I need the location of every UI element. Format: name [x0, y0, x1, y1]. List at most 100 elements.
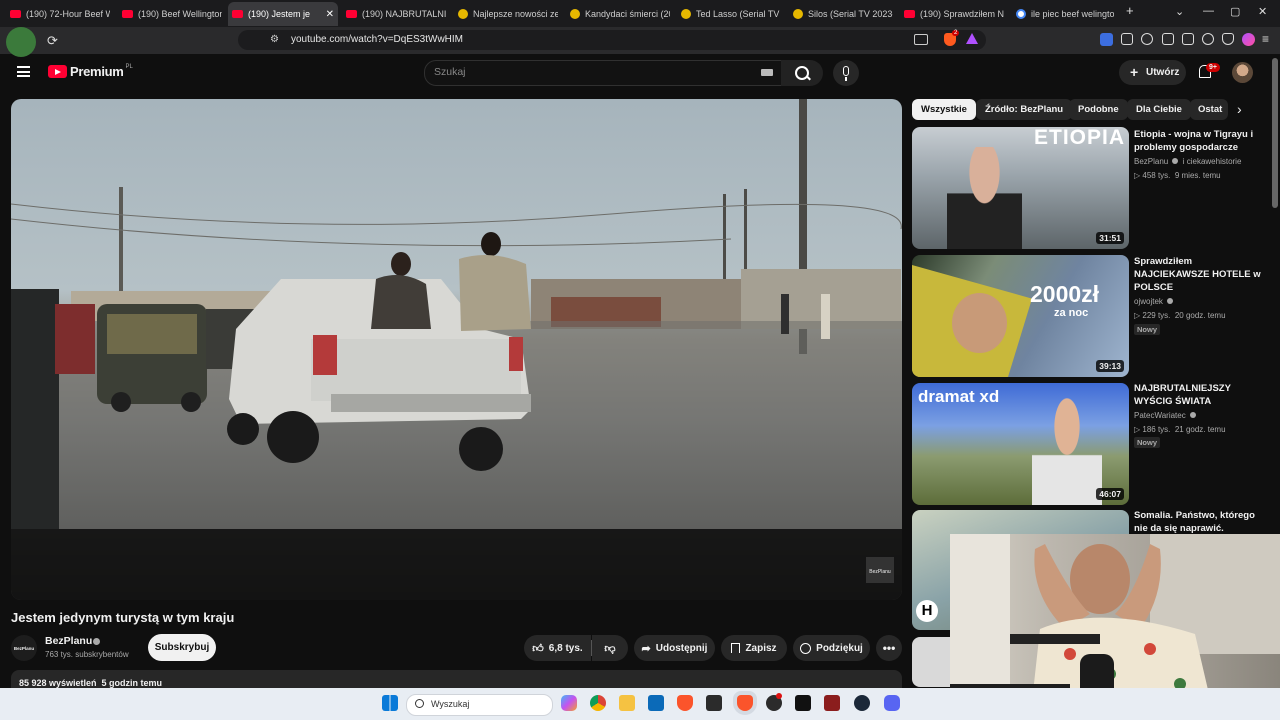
close-tab-icon[interactable]: ✕: [326, 9, 334, 20]
browser-tab[interactable]: (190) Beef Wellington: [122, 4, 222, 24]
related-channel[interactable]: BezPlanu i ciekawehistorie: [1134, 157, 1241, 166]
search-input[interactable]: Szukaj: [424, 60, 782, 86]
puzzle-icon[interactable]: [1121, 33, 1133, 45]
chrome-icon[interactable]: [590, 695, 606, 711]
more-actions-button[interactable]: •••: [876, 635, 902, 661]
browser-tab-active[interactable]: (190) Jestem je ✕: [228, 2, 338, 26]
tab-search-icon[interactable]: ⌄: [1175, 5, 1184, 18]
related-title[interactable]: Etiopia - wojna w Tigrayu i problemy gos…: [1134, 128, 1264, 154]
ai-icon[interactable]: [1202, 33, 1214, 45]
related-meta-text: 229 tys. 20 godz. temu: [1142, 311, 1226, 320]
related-meta: ▷ 458 tys. 9 mies. temu: [1134, 171, 1221, 180]
video-watermark: BezPlanu: [869, 569, 891, 575]
taskbar-search[interactable]: Wyszukaj: [406, 694, 553, 716]
app-icon[interactable]: [706, 695, 722, 711]
browser-tab[interactable]: Kandydaci śmierci (20: [570, 4, 670, 24]
vpn-icon[interactable]: [1222, 33, 1234, 45]
store-icon[interactable]: [648, 695, 664, 711]
video-duration: 31:51: [1096, 232, 1124, 244]
subscribe-button[interactable]: Subskrybuj: [148, 634, 216, 661]
ableton-icon[interactable]: [795, 695, 811, 711]
maximize-icon[interactable]: ▢: [1230, 5, 1240, 18]
wallet-icon[interactable]: [1182, 33, 1194, 45]
related-title[interactable]: NAJBRUTALNIEJSZY WYŚCIG ŚWIATA: [1134, 382, 1264, 408]
brave-rewards-icon[interactable]: [966, 33, 978, 44]
browser-tab[interactable]: (190) Sprawdziłem NA: [904, 4, 1004, 24]
browser-tab[interactable]: ile piec beef welingto: [1016, 4, 1114, 24]
chip-source[interactable]: Źródło: BezPlanu: [976, 99, 1073, 120]
steam-icon[interactable]: [854, 695, 870, 711]
video-player[interactable]: BezPlanu: [11, 99, 902, 600]
site-settings-icon[interactable]: ⚙: [270, 34, 279, 45]
related-thumbnail[interactable]: ETIOPIA 31:51: [912, 127, 1129, 249]
biohazard-icon: [681, 9, 691, 19]
related-title[interactable]: Somalia. Państwo, którego nie da się nap…: [1134, 509, 1264, 535]
thumbnail-subtext: za noc: [1054, 307, 1089, 319]
menu-icon[interactable]: ≡: [1262, 32, 1269, 46]
cast-icon[interactable]: [914, 34, 928, 45]
related-channel[interactable]: PatecWariatec: [1134, 411, 1196, 420]
related-channel[interactable]: ojwojtek: [1134, 297, 1174, 306]
windows-icon[interactable]: [382, 695, 398, 711]
browser-tab[interactable]: Najlepsze nowości ze: [458, 4, 558, 24]
brave-icon[interactable]: [677, 695, 693, 711]
browser-tab[interactable]: Ted Lasso (Serial TV 2(: [681, 4, 781, 24]
browser-tab[interactable]: (190) 72-Hour Beef W: [10, 4, 110, 24]
search-icon: [415, 699, 424, 708]
related-thumbnail[interactable]: 2000zł za noc 39:13: [912, 255, 1129, 377]
chip-for-you[interactable]: Dla Ciebie: [1127, 99, 1191, 120]
voice-search-button[interactable]: [833, 60, 859, 86]
reading-list-icon[interactable]: [1162, 33, 1174, 45]
related-meta: ▷ 229 tys. 20 godz. temu: [1134, 311, 1226, 320]
related-meta: ▷ 186 tys. 21 godz. temu: [1134, 425, 1226, 434]
discord-icon[interactable]: [884, 695, 900, 711]
like-button[interactable]: 👍︎ 6,8 tys.: [524, 635, 591, 661]
dislike-button[interactable]: 👎︎: [592, 635, 628, 661]
extension-icon[interactable]: [1100, 33, 1113, 46]
new-tab-button[interactable]: +: [1126, 3, 1134, 18]
url-text[interactable]: youtube.com/watch?v=DqES3tWwHIM: [291, 34, 463, 45]
thanks-button[interactable]: Podziękuj: [793, 635, 870, 661]
plus-icon: +: [1130, 64, 1139, 80]
close-window-icon[interactable]: ✕: [1258, 5, 1267, 18]
chip-similar[interactable]: Podobne: [1069, 99, 1128, 120]
save-button[interactable]: Zapisz: [721, 635, 787, 661]
copilot-icon[interactable]: [561, 695, 577, 711]
brave-active-icon[interactable]: [737, 695, 753, 711]
youtube-logo[interactable]: Premium PL: [48, 64, 133, 79]
profile-avatar[interactable]: [6, 27, 36, 57]
video-duration: 46:07: [1096, 488, 1124, 500]
related-title[interactable]: Sprawdziłem NAJCIEKAWSZE HOTELE w POLSCE: [1134, 255, 1264, 294]
save-label: Zapisz: [745, 642, 777, 654]
reload-icon[interactable]: ⟳: [47, 33, 58, 49]
chevron-right-icon[interactable]: ›: [1237, 101, 1242, 117]
chip-all[interactable]: Wszystkie: [912, 99, 976, 120]
file-explorer-icon[interactable]: [619, 695, 635, 711]
channel-name[interactable]: BezPlanu: [45, 635, 92, 647]
video-duration: 39:13: [1096, 360, 1124, 372]
create-button[interactable]: + Utwórz: [1119, 60, 1186, 85]
youtube-icon: [122, 10, 133, 18]
minimize-icon[interactable]: —: [1203, 5, 1214, 17]
search-button[interactable]: [781, 60, 823, 86]
browser-tab[interactable]: (190) NAJBRUTALNIEJ: [346, 4, 446, 24]
related-thumbnail[interactable]: dramat xd 46:07: [912, 383, 1129, 505]
leo-icon[interactable]: [1242, 33, 1255, 46]
share-button[interactable]: ➦ Udostępnij: [634, 635, 715, 661]
biohazard-icon: [458, 9, 468, 19]
verified-icon: [1172, 158, 1179, 164]
chip-recent[interactable]: Ostat: [1190, 99, 1228, 120]
more-dots-icon: •••: [882, 641, 896, 655]
hamburger-menu-icon[interactable]: [17, 66, 30, 77]
page-scrollbar[interactable]: [1272, 58, 1278, 208]
taskbar-search-placeholder: Wyszukaj: [431, 699, 470, 709]
browser-tab[interactable]: Silos (Serial TV 2023-2: [793, 4, 893, 24]
keyboard-icon[interactable]: [761, 69, 773, 76]
music-icon[interactable]: [1141, 33, 1153, 45]
video-title: Jestem jedynym turystą w tym kraju: [11, 610, 235, 625]
new-badge: Nowy: [1134, 324, 1161, 335]
thumbnail-person: [1032, 393, 1102, 505]
game-icon[interactable]: [824, 695, 840, 711]
channel-avatar[interactable]: BezPlanu: [11, 635, 37, 661]
account-avatar[interactable]: [1232, 62, 1253, 83]
